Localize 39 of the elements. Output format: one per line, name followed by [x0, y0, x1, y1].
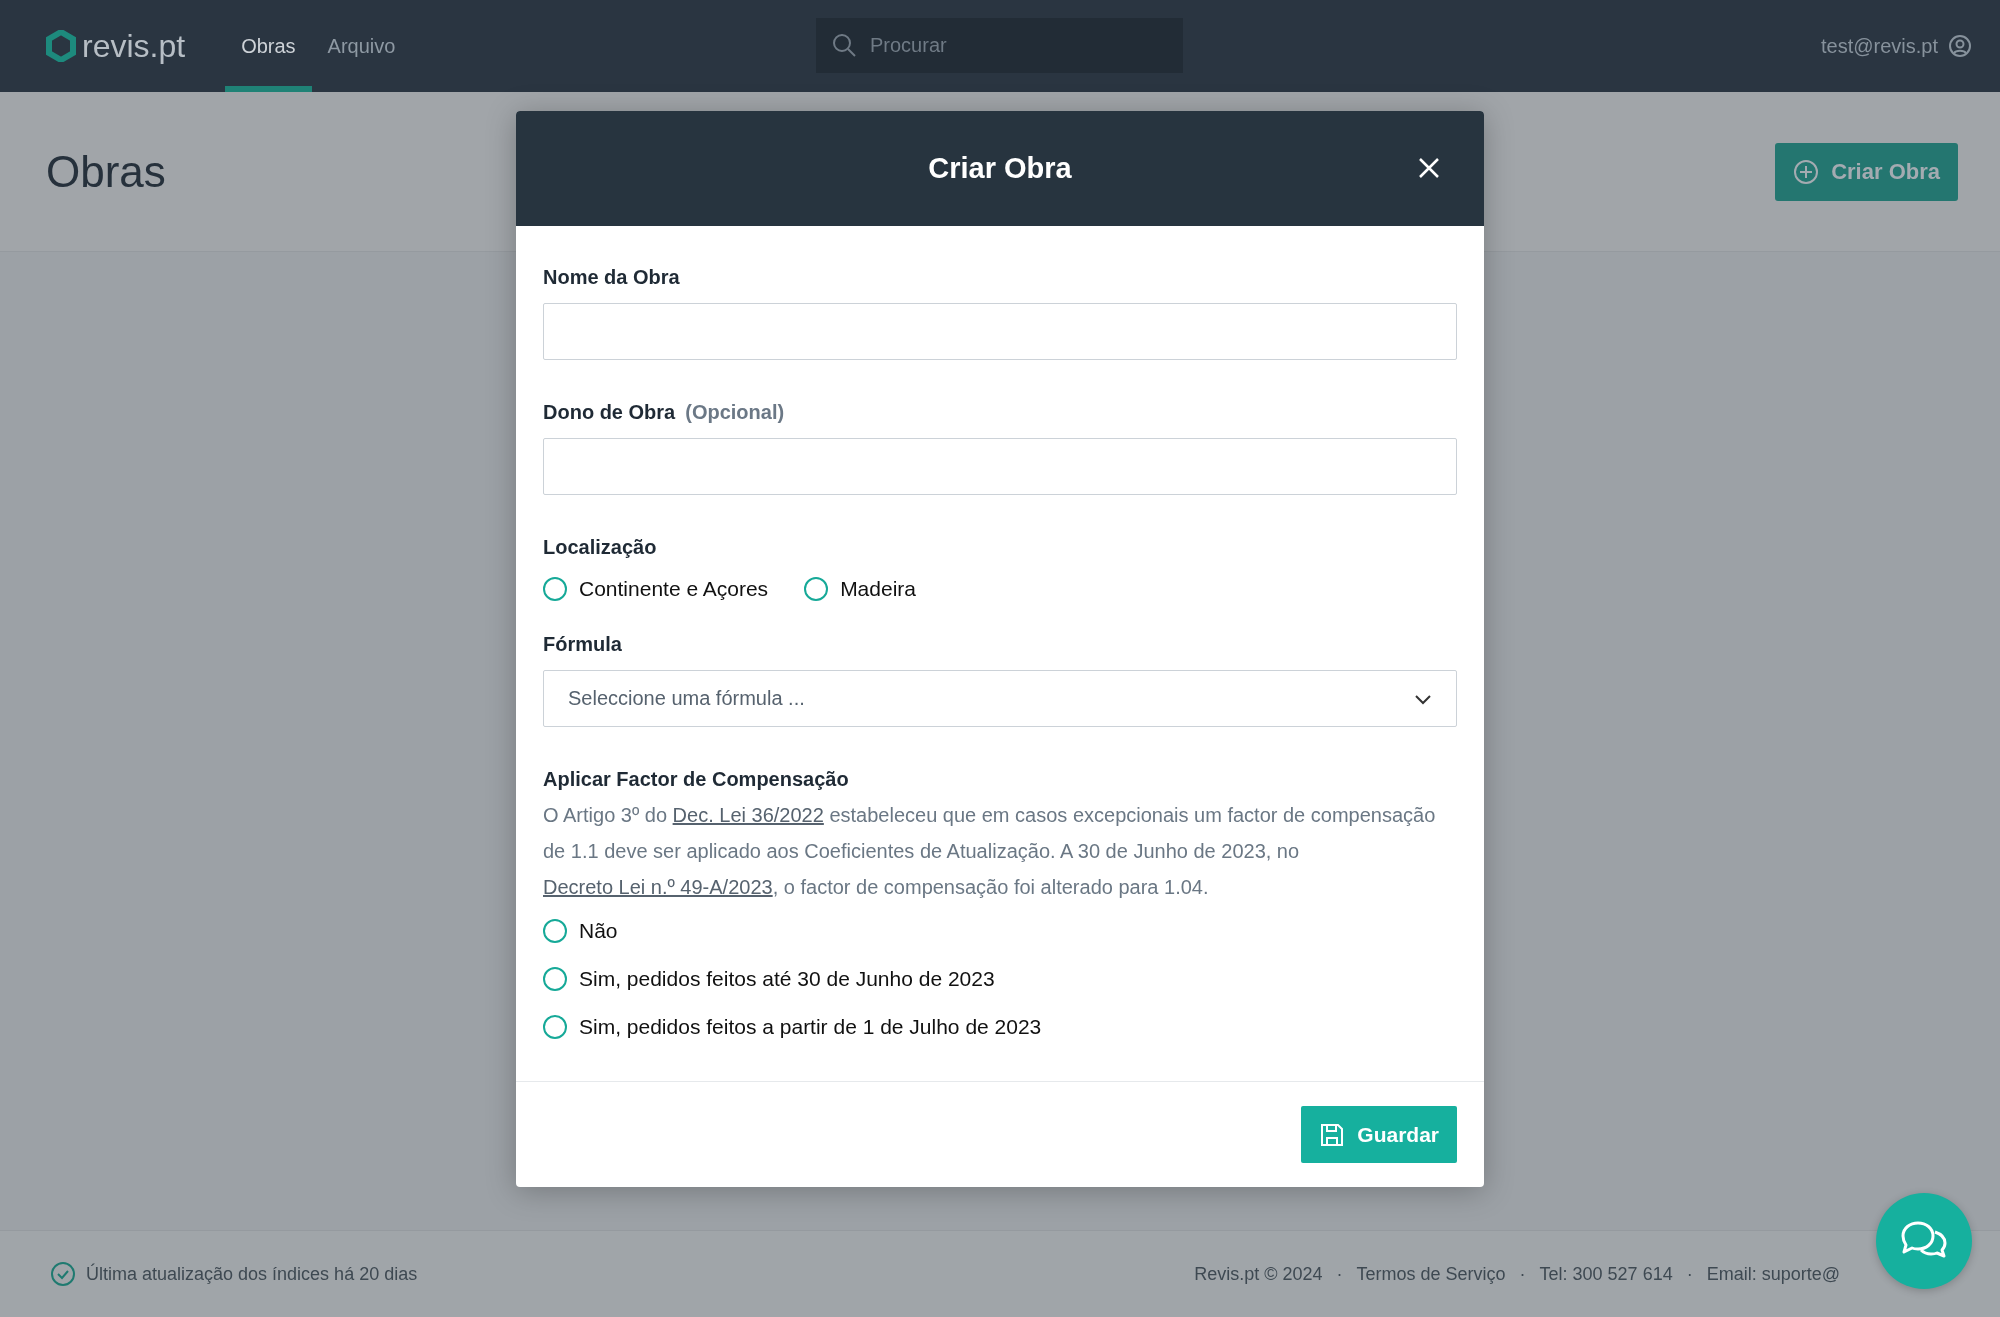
- law-link[interactable]: Decreto Lei n.º 49-A/2023: [543, 876, 773, 898]
- footer-link[interactable]: Revis.pt © 2024: [1194, 1263, 1323, 1285]
- radio-option[interactable]: Continente e Açores: [543, 577, 769, 601]
- explanation-text: O Artigo 3º do Dec. Lei 36/2022 estabeleceu que em casos excepcionais um factor de compensação de 1.1 deve ser aplicado aos Coeficientes de Atualização. A 30 de Junho de 2023, no Decreto Lei n.º 49-A/2023, o factor de compensação foi alterado para 1.04.: [543, 803, 1437, 900]
- radio-option[interactable]: Sim, pedidos feitos a partir de 1 de Julho de 2023: [543, 1015, 1457, 1039]
- page-title: Obras: [46, 146, 166, 197]
- law-link[interactable]: Dec. Lei 36/2022: [672, 804, 824, 826]
- nav-tab[interactable]: Arquivo: [311, 0, 412, 92]
- chat-button[interactable]: [1876, 1193, 1972, 1289]
- logo: revis.pt: [82, 27, 186, 65]
- update-status: Última atualização dos índices há 20 dias: [86, 1263, 418, 1285]
- logo-icon: [46, 30, 76, 62]
- separator: ·: [1686, 1263, 1693, 1285]
- field-label: Nome da Obra: [543, 266, 680, 289]
- text-field[interactable]: [543, 303, 1457, 360]
- check-icon: [50, 1261, 76, 1287]
- search-field[interactable]: Procurar: [816, 18, 1183, 73]
- optional-hint: (Opcional): [685, 401, 785, 423]
- field-label: Localização: [543, 536, 657, 559]
- field-label: Fórmula: [543, 633, 622, 656]
- separator: ·: [1519, 1263, 1526, 1285]
- radio-option[interactable]: Não: [543, 919, 1457, 943]
- search-icon: [832, 33, 856, 57]
- formula-dropdown[interactable]: Seleccione uma fórmula ...: [543, 670, 1457, 727]
- plus-icon: [1793, 158, 1820, 185]
- radio-option[interactable]: Madeira: [804, 577, 916, 601]
- footer-link[interactable]: Termos de Serviço: [1356, 1263, 1506, 1285]
- text-field[interactable]: [543, 438, 1457, 495]
- dialog-title: Criar Obra: [928, 152, 1072, 185]
- footer-link[interactable]: Email: suporte@: [1706, 1263, 1840, 1285]
- user-email[interactable]: test@revis.pt: [1821, 34, 1938, 58]
- footer-link[interactable]: Tel: 300 527 614: [1539, 1263, 1673, 1285]
- user-icon[interactable]: [1948, 34, 1972, 58]
- field-label: Aplicar Factor de Compensação: [543, 768, 849, 791]
- save-icon: [1319, 1121, 1346, 1148]
- separator: ·: [1336, 1263, 1343, 1285]
- radio-option[interactable]: Sim, pedidos feitos até 30 de Junho de 2023: [543, 967, 1457, 991]
- field-label: Dono de Obra: [543, 401, 676, 424]
- chevron-icon: [1414, 692, 1432, 705]
